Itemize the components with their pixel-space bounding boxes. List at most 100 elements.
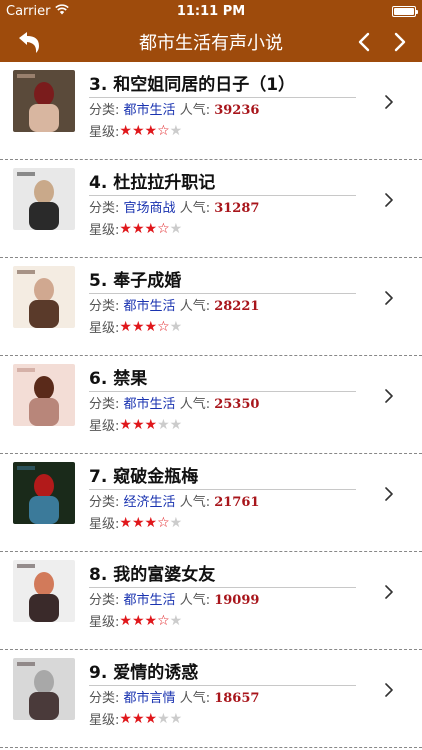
popularity-label: 人气: [179, 495, 211, 510]
book-cover-image [13, 364, 75, 426]
rating-label: 星级: [89, 125, 120, 140]
back-arrow-icon[interactable] [12, 28, 46, 56]
star-empty-icon: ★ [169, 514, 183, 531]
rating-label: 星级: [89, 517, 120, 532]
book-meta: 分类: 都市生活 人气: 28221 [89, 295, 259, 314]
divider [89, 195, 356, 196]
star-empty-icon: ★ [157, 710, 170, 727]
category-label: 分类: [89, 103, 120, 118]
rating: 星级: ★ ★ ★ ☆ ★ [89, 611, 182, 631]
list-item[interactable]: 9. 爱情的诱惑 分类: 都市言情 人气: 18657 星级: ★ ★ ★ ★ ★ [0, 650, 422, 748]
star-full-icon: ★ [131, 514, 145, 531]
list-item[interactable]: 4. 杜拉拉升职记 分类: 官场商战 人气: 31287 星级: ★ ★ ★ ☆ ★ [0, 160, 422, 258]
popularity-label: 人气: [179, 201, 211, 216]
chevron-right-icon[interactable] [382, 95, 396, 109]
book-title: 4. 杜拉拉升职记 [89, 173, 216, 193]
rating-label: 星级: [89, 615, 120, 630]
star-full-icon: ★ [131, 220, 145, 237]
star-full-icon: ★ [119, 220, 132, 237]
star-full-icon: ★ [144, 416, 158, 433]
star-full-icon: ★ [131, 122, 145, 139]
popularity-label: 人气: [179, 299, 211, 314]
category-label: 分类: [89, 299, 120, 314]
book-meta: 分类: 都市生活 人气: 25350 [89, 393, 259, 412]
star-full-icon: ★ [144, 122, 158, 139]
divider [89, 489, 356, 490]
category-value: 都市生活 [123, 103, 176, 118]
chevron-right-icon[interactable] [382, 585, 396, 599]
status-bar: Carrier 11:11 PM [0, 0, 422, 22]
book-cover-image [13, 658, 75, 720]
category-label: 分类: [89, 397, 120, 412]
popularity-value: 31287 [214, 201, 260, 216]
star-full-icon: ★ [131, 416, 145, 433]
status-right [392, 5, 418, 17]
rating: 星级: ★ ★ ★ ★ ★ [89, 709, 182, 729]
book-cover-image [13, 560, 75, 622]
star-full-icon: ★ [119, 612, 132, 629]
popularity-value: 21761 [214, 495, 260, 510]
popularity-value: 39236 [214, 103, 260, 118]
popularity-value: 28221 [214, 299, 260, 314]
category-value: 都市生活 [123, 299, 176, 314]
rating-label: 星级: [89, 223, 120, 238]
rating: 星级: ★ ★ ★ ☆ ★ [89, 513, 183, 533]
book-title: 8. 我的富婆女友 [89, 565, 216, 585]
battery-icon [392, 5, 418, 17]
rating-label: 星级: [89, 419, 120, 434]
page-title: 都市生活有声小说 [139, 33, 283, 54]
divider [89, 97, 356, 98]
star-empty-icon: ★ [169, 122, 183, 139]
book-cover-image [13, 168, 75, 230]
book-title: 3. 和空姐同居的日子（1） [89, 75, 296, 95]
popularity-label: 人气: [179, 397, 211, 412]
book-meta: 分类: 经济生活 人气: 21761 [89, 491, 259, 510]
popularity-label: 人气: [179, 103, 211, 118]
divider [89, 293, 356, 294]
rating: 星级: ★ ★ ★ ☆ ★ [89, 317, 183, 337]
chevron-right-icon[interactable] [382, 487, 396, 501]
popularity-label: 人气: [179, 593, 211, 608]
chevron-right-icon[interactable] [382, 193, 396, 207]
popularity-value: 18657 [214, 691, 260, 706]
category-label: 分类: [89, 495, 120, 510]
star-full-icon: ★ [144, 612, 158, 629]
category-value: 都市言情 [123, 691, 176, 706]
chevron-right-icon[interactable] [382, 291, 396, 305]
star-full-icon: ★ [119, 710, 132, 727]
list-item[interactable]: 8. 我的富婆女友 分类: 都市生活 人气: 19099 星级: ★ ★ ★ ☆ ★ [0, 552, 422, 650]
chevron-right-icon[interactable] [386, 28, 414, 56]
rating-label: 星级: [89, 713, 120, 728]
rating-label: 星级: [89, 321, 120, 336]
star-full-icon: ★ [144, 710, 158, 727]
star-empty-icon: ★ [169, 318, 183, 335]
star-half-icon: ☆ [157, 612, 170, 629]
star-half-icon: ☆ [157, 122, 170, 139]
list-item[interactable]: 3. 和空姐同居的日子（1） 分类: 都市生活 人气: 39236 星级: ★ ★… [0, 62, 422, 160]
star-full-icon: ★ [119, 318, 132, 335]
category-value: 都市生活 [123, 593, 176, 608]
chevron-left-icon[interactable] [350, 28, 378, 56]
star-empty-icon: ★ [169, 220, 183, 237]
category-label: 分类: [89, 593, 120, 608]
star-full-icon: ★ [131, 612, 145, 629]
star-full-icon: ★ [119, 416, 132, 433]
list-item[interactable]: 6. 禁果 分类: 都市生活 人气: 25350 星级: ★ ★ ★ ★ ★ [0, 356, 422, 454]
star-full-icon: ★ [131, 318, 145, 335]
book-meta: 分类: 都市言情 人气: 18657 [89, 687, 259, 706]
navigation-bar: 都市生活有声小说 [0, 22, 422, 62]
chevron-right-icon[interactable] [382, 683, 396, 697]
book-cover-image [13, 266, 75, 328]
category-value: 官场商战 [123, 201, 176, 216]
rating: 星级: ★ ★ ★ ☆ ★ [89, 219, 183, 239]
chevron-right-icon[interactable] [382, 389, 396, 403]
divider [89, 587, 356, 588]
star-full-icon: ★ [119, 122, 132, 139]
list-item[interactable]: 5. 奉子成婚 分类: 都市生活 人气: 28221 星级: ★ ★ ★ ☆ ★ [0, 258, 422, 356]
book-meta: 分类: 都市生活 人气: 39236 [89, 99, 259, 118]
book-meta: 分类: 都市生活 人气: 19099 [89, 589, 259, 608]
category-label: 分类: [89, 201, 120, 216]
star-full-icon: ★ [144, 220, 158, 237]
star-full-icon: ★ [144, 318, 158, 335]
list-item[interactable]: 7. 窥破金瓶梅 分类: 经济生活 人气: 21761 星级: ★ ★ ★ ☆ ★ [0, 454, 422, 552]
